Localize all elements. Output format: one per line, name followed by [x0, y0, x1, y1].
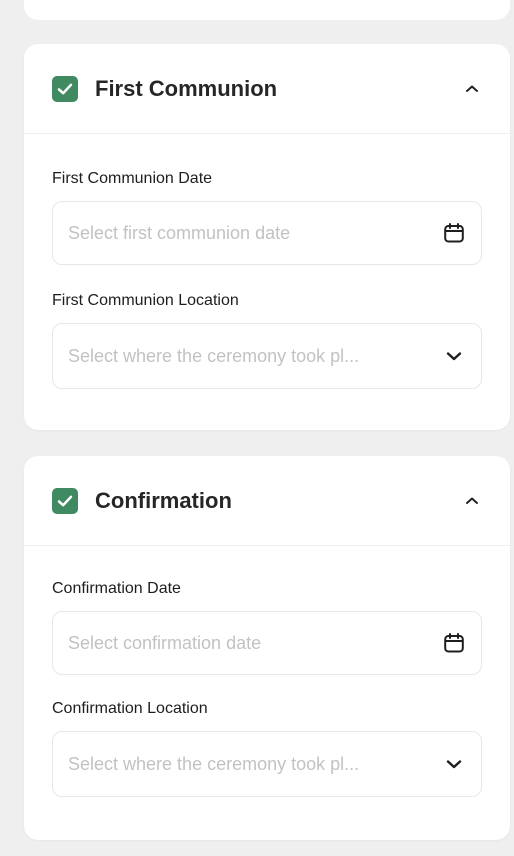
confirmation-checkbox[interactable]	[52, 487, 78, 514]
first-communion-date-field[interactable]: Select first communion date	[52, 201, 482, 265]
confirmation-location-placeholder: Select where the ceremony took pl...	[68, 753, 360, 774]
first-communion-location-placeholder: Select where the ceremony took pl...	[68, 345, 360, 366]
chevron-up-icon[interactable]	[460, 489, 484, 513]
confirmation-date-placeholder: Select confirmation date	[68, 632, 262, 653]
first-communion-location-label: First Communion Location	[52, 292, 239, 309]
confirmation-date-label: Confirmation Date	[52, 580, 181, 597]
first-communion-date-placeholder: Select first communion date	[68, 222, 291, 243]
chevron-up-icon[interactable]	[460, 77, 484, 101]
confirmation-date-field[interactable]: Select confirmation date	[52, 611, 482, 675]
confirmation-title: Confirmation	[95, 487, 232, 513]
checkmark-icon	[57, 83, 73, 94]
calendar-icon[interactable]	[441, 630, 467, 656]
first-communion-header[interactable]: First Communion	[24, 44, 510, 134]
first-communion-title: First Communion	[95, 75, 278, 101]
chevron-down-icon[interactable]	[441, 751, 467, 777]
previous-card	[24, 0, 510, 20]
confirmation-location-label: Confirmation Location	[52, 700, 208, 717]
calendar-icon[interactable]	[441, 220, 467, 246]
first-communion-location-select[interactable]: Select where the ceremony took pl...	[52, 323, 482, 389]
confirmation-header[interactable]: Confirmation	[24, 456, 510, 546]
checkmark-icon	[57, 495, 73, 506]
first-communion-date-label: First Communion Date	[52, 170, 213, 187]
confirmation-location-select[interactable]: Select where the ceremony took pl...	[52, 731, 482, 797]
first-communion-section: First Communion First Communion Date Sel…	[24, 44, 510, 430]
chevron-down-icon[interactable]	[441, 343, 467, 369]
confirmation-section: Confirmation Confirmation Date Select co…	[24, 456, 510, 840]
first-communion-checkbox[interactable]	[52, 75, 78, 102]
